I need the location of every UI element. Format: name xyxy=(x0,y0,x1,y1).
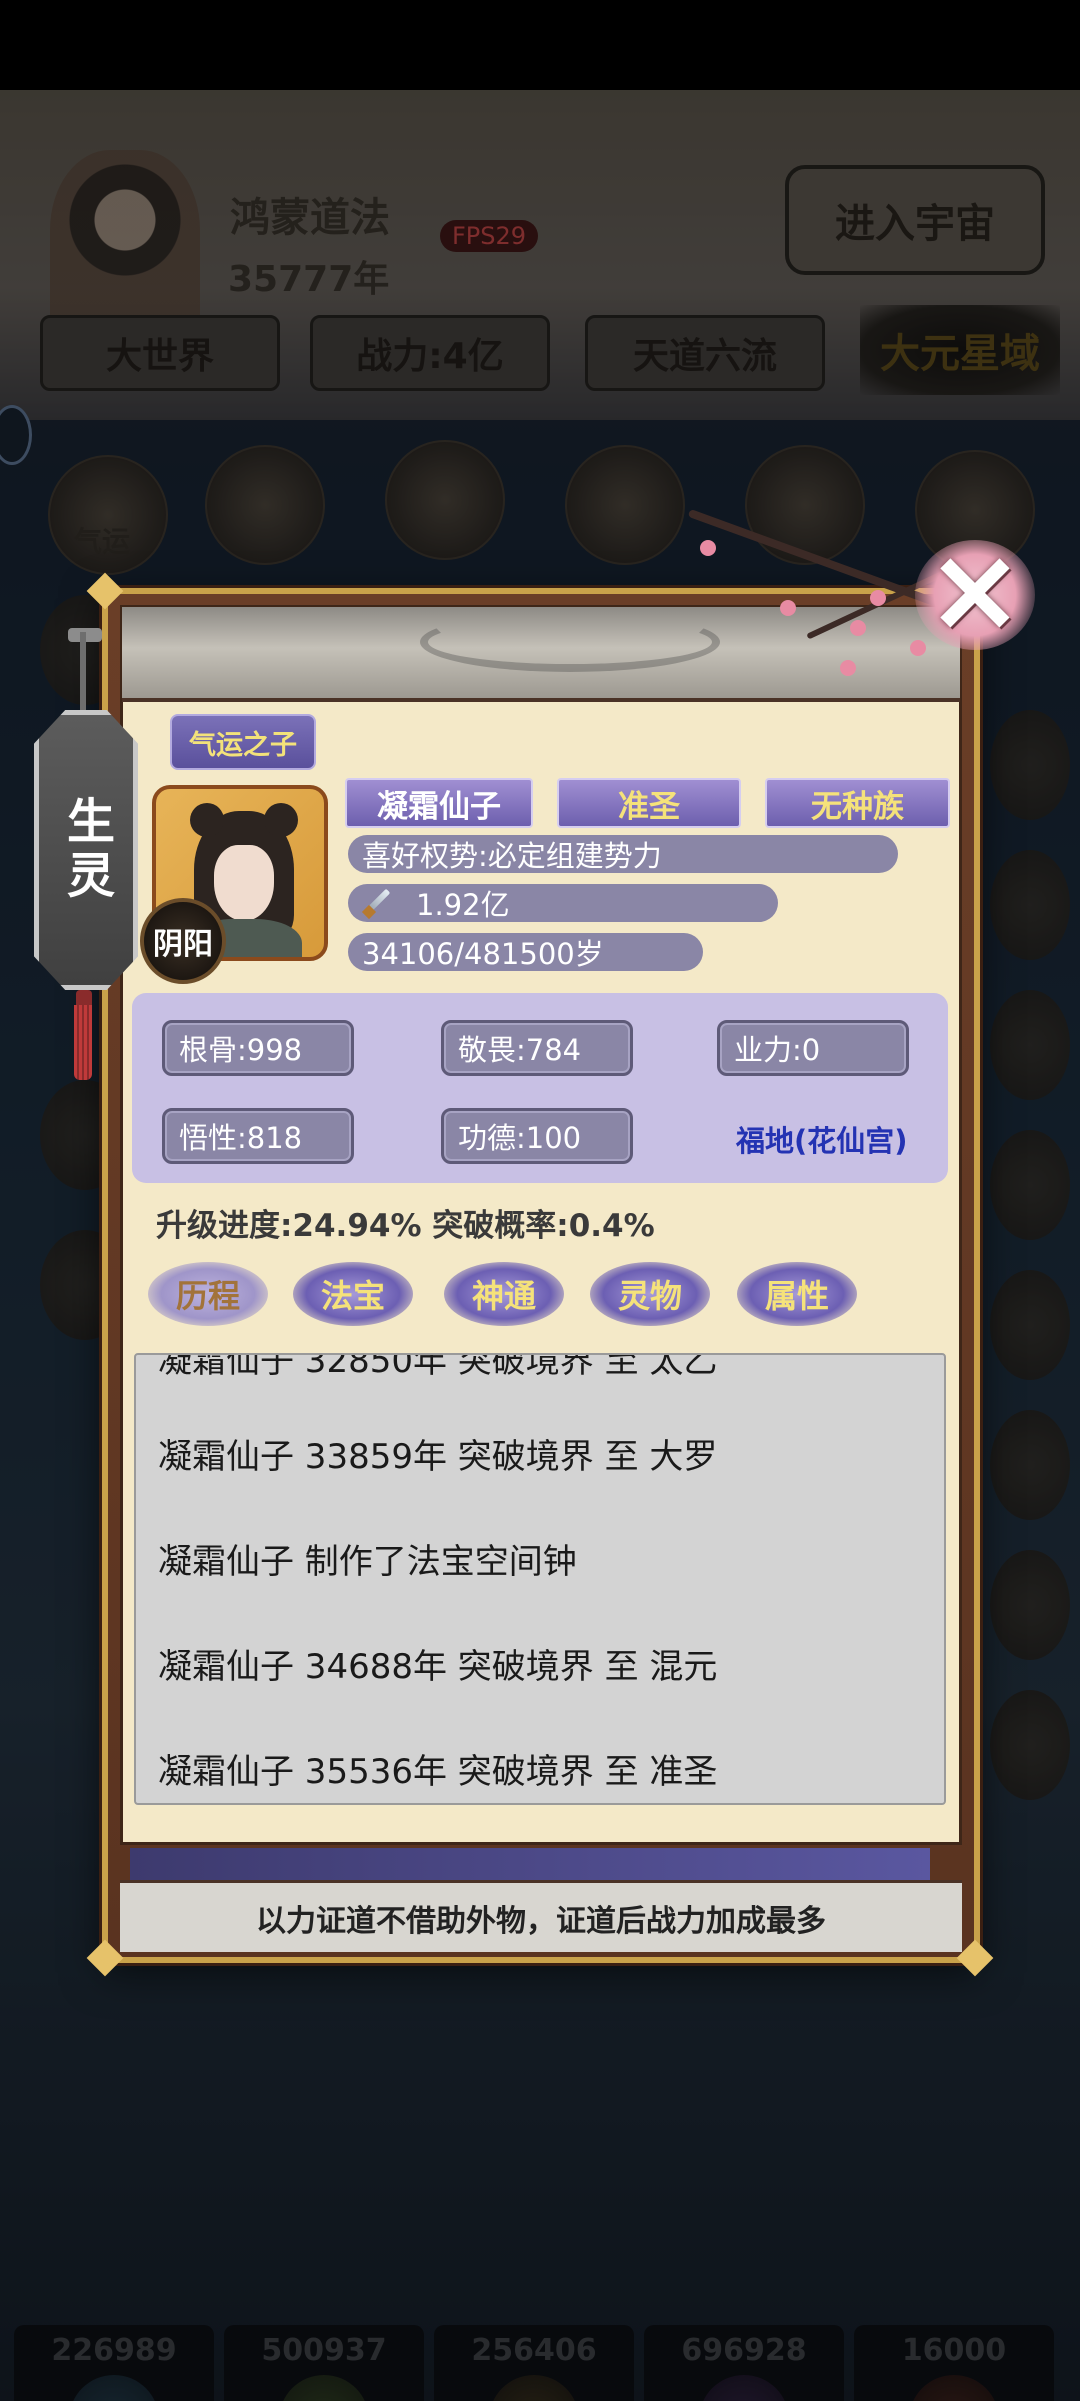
list-item: 凝霜仙子 33859年 突破境界 至 大罗 xyxy=(158,1437,718,1477)
power-bar: 1.92亿 xyxy=(348,884,778,922)
tassel-decoration xyxy=(74,1005,92,1080)
close-button[interactable]: ✕ xyxy=(915,540,1035,650)
background-card-strip xyxy=(130,1848,930,1884)
hobby-text: 喜好权势:必定组建势力 xyxy=(362,839,662,873)
stat-karma: 业力:0 xyxy=(717,1020,909,1076)
upgrade-progress: 升级进度:24.94% 突破概率:0.4% xyxy=(156,1208,655,1244)
stat-merit: 功德:100 xyxy=(441,1108,633,1164)
stat-root-text: 根骨:998 xyxy=(179,1033,303,1067)
stat-insight-text: 悟性:818 xyxy=(179,1121,303,1155)
plum-blossom xyxy=(910,640,926,656)
yinyang-badge: 阴阳 xyxy=(140,898,226,984)
list-item: 凝霜仙子 制作了法宝空间钟 xyxy=(158,1542,577,1582)
power-value: 1.92亿 xyxy=(416,888,510,922)
side-banner-label: 生灵 xyxy=(58,796,114,904)
status-bar xyxy=(0,0,1080,90)
plum-blossom xyxy=(840,660,856,676)
close-icon: ✕ xyxy=(928,530,1022,659)
creature-side-banner: 生灵 xyxy=(34,710,138,990)
plum-blossom xyxy=(870,590,886,606)
portrait-face xyxy=(214,845,274,921)
age-bar: 34106/481500岁 xyxy=(348,933,703,971)
modal-footer-text: 以力证道不借助外物，证道后战力加成最多 xyxy=(120,1880,962,1952)
plum-blossom xyxy=(780,600,796,616)
sword-icon xyxy=(362,887,394,919)
tab-spirit-items[interactable]: 灵物 xyxy=(590,1262,710,1326)
plum-blossom xyxy=(850,620,866,636)
stat-root: 根骨:998 xyxy=(162,1020,354,1076)
list-item: 凝霜仙子 32850年 突破境界 至 太乙 xyxy=(158,1353,718,1381)
stat-awe-text: 敬畏:784 xyxy=(458,1033,582,1067)
character-name: 凝霜仙子 xyxy=(345,778,533,828)
list-item: 凝霜仙子 35536年 突破境界 至 准圣 xyxy=(158,1752,718,1792)
stat-insight: 悟性:818 xyxy=(162,1108,354,1164)
hobby-bar: 喜好权势:必定组建势力 xyxy=(348,835,898,873)
tab-abilities[interactable]: 神通 xyxy=(444,1262,564,1326)
tab-history[interactable]: 历程 xyxy=(148,1262,268,1326)
portrait-bun xyxy=(190,803,224,837)
portrait-bun xyxy=(264,803,298,837)
plum-blossom xyxy=(700,540,716,556)
banner-string xyxy=(80,632,86,712)
luck-child-badge: 气运之子 xyxy=(170,714,316,770)
blessed-land-link[interactable]: 福地(花仙宫) xyxy=(736,1118,908,1160)
stat-karma-text: 业力:0 xyxy=(734,1033,821,1067)
history-log[interactable]: 凝霜仙子 32850年 突破境界 至 太乙 凝霜仙子 33859年 突破境界 至… xyxy=(134,1353,946,1805)
tab-attributes[interactable]: 属性 xyxy=(737,1262,857,1326)
age-value: 34106/481500岁 xyxy=(362,937,604,971)
character-realm: 准圣 xyxy=(557,778,741,828)
stat-awe: 敬畏:784 xyxy=(441,1020,633,1076)
stat-merit-text: 功德:100 xyxy=(458,1121,582,1155)
tab-treasure[interactable]: 法宝 xyxy=(293,1262,413,1326)
ink-swirl-decoration xyxy=(420,612,720,672)
list-item: 凝霜仙子 34688年 突破境界 至 混元 xyxy=(158,1647,718,1687)
character-race: 无种族 xyxy=(765,778,950,828)
